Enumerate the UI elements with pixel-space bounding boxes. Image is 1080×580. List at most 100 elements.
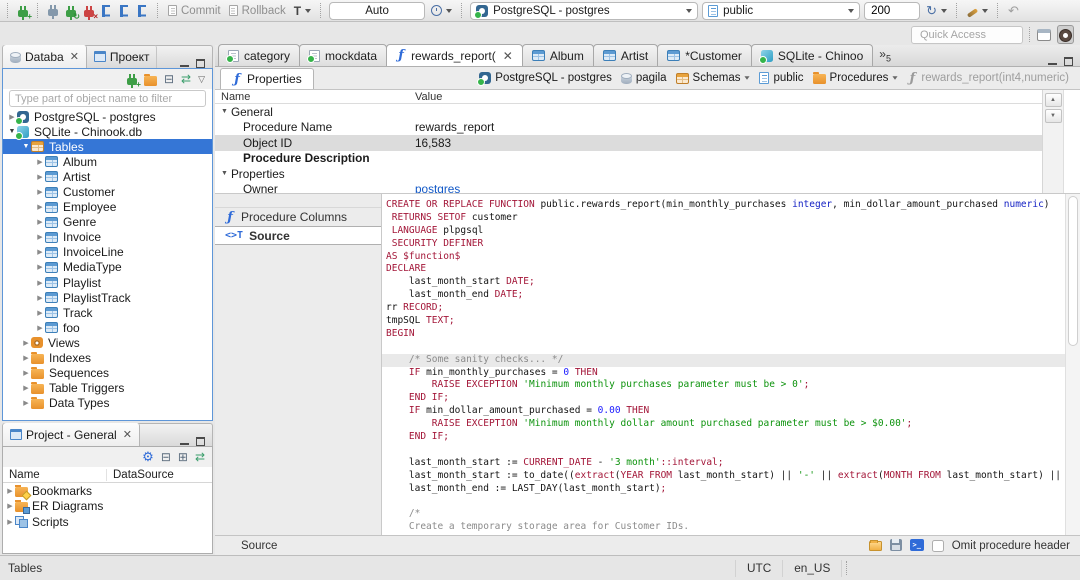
property-row-properties[interactable]: ▼ Properties (215, 166, 1042, 182)
code-scrollbar[interactable] (1065, 194, 1080, 535)
minimize-icon[interactable] (180, 438, 189, 445)
disconnect-button[interactable]: × (82, 3, 98, 21)
expand-arrow-icon[interactable]: ▶ (35, 309, 45, 317)
transaction-history-button[interactable] (429, 4, 454, 17)
sql-editor-button[interactable] (100, 4, 114, 18)
new-project-button[interactable] (143, 72, 157, 86)
tree-item-artist[interactable]: ▶ Artist (3, 169, 212, 184)
tree-item-playlisttrack[interactable]: ▶ PlaylistTrack (3, 290, 212, 305)
tree-item-postgresql-postgres[interactable]: ▶ PostgreSQL - postgres (3, 109, 212, 125)
expand-arrow-icon[interactable]: ▶ (21, 339, 31, 347)
collapse-arrow-icon[interactable]: ▼ (221, 170, 228, 177)
open-sql-script-button[interactable] (136, 4, 150, 18)
reconnect-button[interactable]: ↻ (64, 3, 80, 21)
tree-item-invoice[interactable]: ▶ Invoice (3, 230, 212, 245)
expand-arrow-icon[interactable]: ▶ (35, 203, 45, 211)
properties-scroll-track[interactable] (1063, 90, 1080, 193)
close-icon[interactable]: ✕ (123, 428, 132, 441)
maximize-icon[interactable] (1064, 57, 1073, 66)
project-item-er-diagrams[interactable]: ▶ ER Diagrams (3, 498, 212, 515)
link-with-editor-button[interactable]: ⇄ (181, 73, 191, 85)
expand-arrow-icon[interactable]: ▶ (5, 518, 15, 526)
maximize-icon[interactable] (196, 437, 205, 446)
minimize-icon[interactable] (180, 60, 189, 67)
column-header-name[interactable]: Name (3, 468, 107, 481)
tree-item-invoiceline[interactable]: ▶ InvoiceLine (3, 245, 212, 260)
breadcrumb-item-public[interactable]: public (756, 71, 806, 85)
column-header-name[interactable]: Name (215, 91, 411, 103)
expand-arrow-icon[interactable]: ▶ (35, 158, 45, 166)
project-item-bookmarks[interactable]: ▶ Bookmarks (3, 483, 212, 499)
code-scroll-thumb[interactable] (1068, 196, 1078, 346)
new-sql-editor-button[interactable] (118, 4, 132, 18)
expand-arrow-icon[interactable]: ▶ (35, 188, 45, 196)
save-to-file-button[interactable] (889, 539, 902, 552)
editor-tab-artist[interactable]: Artist (592, 44, 659, 66)
expand-arrow-icon[interactable]: ▶ (35, 263, 45, 271)
breadcrumb-item-pagila[interactable]: pagila (618, 71, 670, 85)
tree-item-album[interactable]: ▶ Album (3, 154, 212, 169)
tree-item-indexes[interactable]: ▶ Indexes (3, 351, 212, 366)
expand-arrow-icon[interactable]: ▶ (35, 324, 45, 332)
expand-arrow-icon[interactable]: ▶ (35, 248, 45, 256)
expand-arrow-icon[interactable]: ▶ (21, 399, 31, 407)
breadcrumb-item-schemas[interactable]: Schemas (673, 71, 754, 85)
tree-item-genre[interactable]: ▶ Genre (3, 215, 212, 230)
refresh-button[interactable]: ↻ (924, 3, 949, 19)
side-tab-source[interactable]: <>T Source (215, 226, 381, 245)
tree-item-playlist[interactable]: ▶ Playlist (3, 275, 212, 290)
undo-button[interactable]: ↶ (1006, 3, 1021, 19)
collapse-all-button[interactable]: ⊟ (161, 451, 171, 463)
navigator-filter-input[interactable] (9, 90, 206, 107)
view-menu-button[interactable]: ▽ (198, 74, 205, 85)
transaction-log-button[interactable]: T (292, 3, 313, 19)
breadcrumb-item-postgresql-postgres[interactable]: PostgreSQL - postgres (476, 71, 615, 86)
properties-scrollbar[interactable]: ▲ ▼ (1042, 90, 1063, 193)
expand-arrow-icon[interactable]: ▶ (21, 384, 31, 392)
omit-procedure-header-checkbox[interactable] (931, 539, 944, 552)
expand-arrow-icon[interactable]: ▶ (35, 173, 45, 181)
minimize-icon[interactable] (1048, 58, 1057, 65)
editor-tab-mockdata[interactable]: mockdata (299, 44, 388, 66)
tree-item-mediatype[interactable]: ▶ MediaType (3, 260, 212, 275)
new-connection-button[interactable]: + (16, 3, 32, 21)
breadcrumb-item-procedures[interactable]: Procedures (810, 71, 902, 85)
open-in-sql-console-button[interactable]: >_ (909, 539, 924, 552)
editor-tab-customer[interactable]: *Customer (657, 44, 752, 66)
link-with-editor-button[interactable]: ⇄ (195, 451, 205, 463)
expand-arrow-icon[interactable]: ▶ (21, 354, 31, 362)
expand-all-button[interactable]: ⊞ (178, 451, 188, 463)
property-row-procedure-name[interactable]: Procedure Name rewards_report (215, 120, 1042, 136)
dbeaver-perspective-button[interactable] (1057, 25, 1074, 44)
tree-item-views[interactable]: ▶ Views (3, 335, 212, 350)
tab-properties[interactable]: ƒ Properties (220, 68, 314, 89)
collapse-all-button[interactable]: ⊟ (164, 73, 174, 85)
expand-arrow-icon[interactable]: ▶ (5, 487, 15, 495)
expand-arrow-icon[interactable]: ▶ (35, 294, 45, 302)
schema-combo[interactable]: public (702, 1, 861, 20)
expand-arrow-icon[interactable]: ▶ (35, 218, 45, 226)
open-perspective-button[interactable] (1037, 28, 1051, 42)
tree-item-data-types[interactable]: ▶ Data Types (3, 396, 212, 411)
property-row-procedure-description[interactable]: Procedure Description (215, 151, 1042, 167)
expand-arrow-icon[interactable]: ▶ (5, 502, 15, 510)
editor-tab-album[interactable]: Album (521, 44, 594, 66)
fetch-size-input[interactable] (864, 1, 921, 20)
rollback-button[interactable]: Rollback (227, 4, 288, 18)
tree-item-customer[interactable]: ▶ Customer (3, 184, 212, 199)
tab-overflow-button[interactable]: »5 (872, 47, 898, 63)
side-tab-procedure-columns[interactable]: ƒ Procedure Columns (215, 207, 381, 226)
property-row-owner[interactable]: Owner postgres (215, 182, 1042, 193)
scroll-down-button[interactable]: ▼ (1044, 109, 1062, 123)
collapse-arrow-icon[interactable]: ▼ (21, 143, 31, 150)
column-header-datasource[interactable]: DataSource (107, 469, 212, 481)
editor-tab-category[interactable]: category (218, 44, 301, 66)
close-icon[interactable]: ✕ (70, 50, 79, 63)
tree-item-table-triggers[interactable]: ▶ Table Triggers (3, 381, 212, 396)
maximize-icon[interactable] (196, 59, 205, 68)
property-row-general[interactable]: ▼ General (215, 104, 1042, 120)
tab-projects[interactable]: Проект (87, 45, 158, 68)
column-header-value[interactable]: Value (411, 91, 1042, 103)
expand-arrow-icon[interactable]: ▶ (21, 369, 31, 377)
tree-item-employee[interactable]: ▶ Employee (3, 200, 212, 215)
